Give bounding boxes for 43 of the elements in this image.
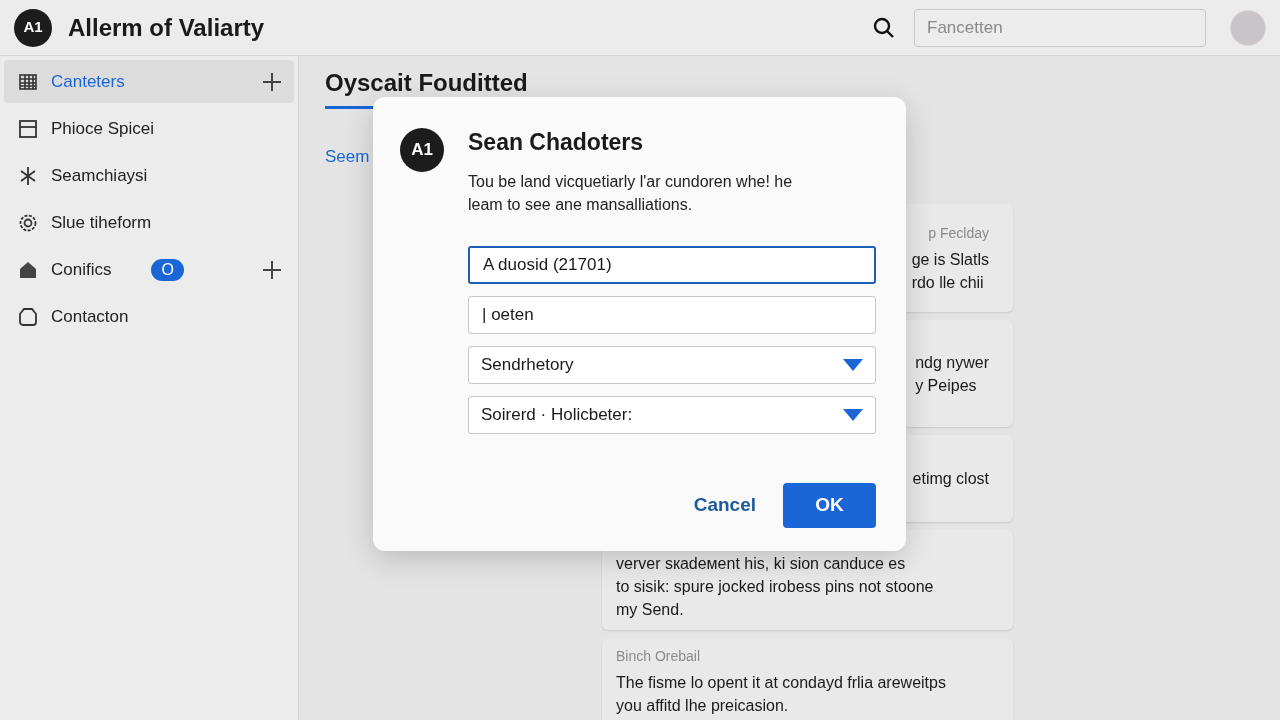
search-field[interactable]: Fancetten [914,8,1206,47]
text-field[interactable]: | oeten [468,295,876,334]
sidebar-item[interactable]: Phioce Spicei [4,107,294,150]
card-label: p Feclday [928,223,989,243]
sidebar-item[interactable]: Canteters [4,60,294,103]
text-field[interactable]: A duosid (21701) [468,245,876,284]
count-badge: O [151,258,184,281]
app-title: Allerm of Valiarty [68,12,265,43]
caret-icon [843,408,863,421]
dialog-logo: A1 [400,128,444,172]
plus-icon[interactable] [262,259,282,280]
card-text: etimg clost [912,469,989,489]
sidebar-label: Seamchiaysi [51,164,148,187]
sidebar-item[interactable]: Slue tiheform [4,201,294,244]
plus-icon[interactable] [262,71,282,92]
panel-icon [18,118,38,139]
card-text: The fisme lo opent it at condayd frlia areweitps you affitd lhe preicasion. [616,673,947,716]
app-logo: A1 [14,8,52,47]
ok-button[interactable]: OK [783,482,876,528]
search-icon[interactable] [872,15,896,40]
card-label: Binch Orebail [616,647,702,666]
sidebar-item[interactable]: Seamchiaysi [4,154,294,197]
card-text: verver sкadeмent his, ki sion canduce es to sisik: spure jocked irobess pins not stoone my Send. [616,554,935,620]
gear-icon [18,212,38,233]
sidebar-label: Conifics [51,258,112,281]
card-text: ge is Slatls rdo lle chii [911,249,989,293]
dialog-message: Tou be land vicquetiarly l'ar cundoren whe! he leam to see ane mansalliations. [468,171,794,215]
grid-icon [18,71,38,92]
sidebar-label: Contacton [51,305,129,328]
card-text: ndg nywer y Peipes [915,352,989,396]
sidebar-item[interactable]: Contacton [4,295,294,338]
dropdown[interactable]: Soirerd · Holicbeter: [468,395,876,434]
tab-link[interactable]: Seem [325,147,370,167]
dialog-title: Sean Chadoters [468,128,645,157]
sidebar-label: Slue tiheform [51,211,152,234]
asterisk-icon [18,165,38,186]
sidebar-label: Phioce Spicei [51,117,154,140]
caret-icon [843,358,863,371]
home-icon [18,259,38,280]
cancel-button[interactable]: Cancel [693,482,756,528]
dropdown[interactable]: Sendrhetory [468,345,876,384]
sidebar-item[interactable]: Conifics O [4,248,294,291]
sidebar-label: Canteters [51,70,125,93]
